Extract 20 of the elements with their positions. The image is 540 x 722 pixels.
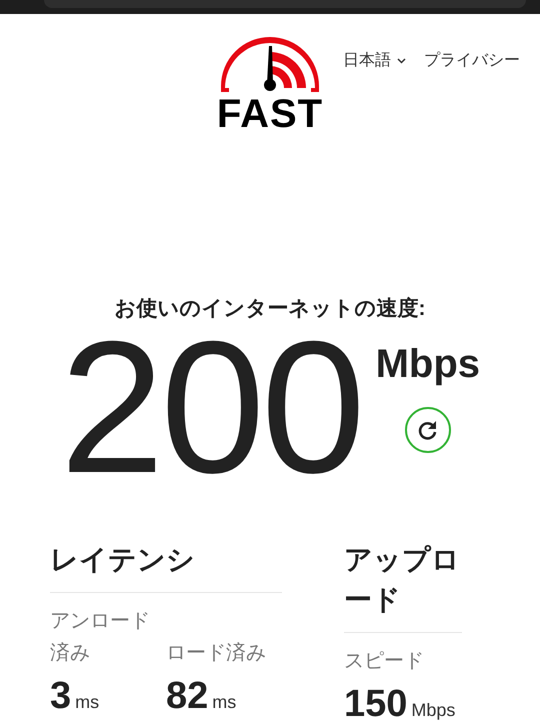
language-menu[interactable]: 日本語 <box>343 50 406 71</box>
logo-text: FAST <box>216 94 324 134</box>
refresh-button[interactable] <box>404 407 451 453</box>
metric-unit: Mbps <box>411 700 456 721</box>
metric-value: 82 <box>166 675 208 718</box>
privacy-link[interactable]: プライバシー <box>424 50 520 71</box>
metric-unit: ms <box>212 692 236 713</box>
speed-value: 200 <box>60 322 362 492</box>
speed-unit: Mbps <box>376 342 480 387</box>
metric-label: アンロード済み <box>50 609 151 666</box>
metric-value: 150 <box>344 683 408 722</box>
chevron-icon <box>397 58 406 64</box>
speed-heading: お使いのインターネットの速度: <box>114 296 426 322</box>
refresh-icon <box>416 419 439 441</box>
metric-label: ロード済み <box>166 641 267 666</box>
section-title: アップロード <box>344 540 462 633</box>
metric-unit: ms <box>75 692 100 713</box>
metric-label: スピード <box>344 649 425 674</box>
metric-value: 3 <box>50 675 72 718</box>
section-title: レイテンシ <box>50 540 282 593</box>
